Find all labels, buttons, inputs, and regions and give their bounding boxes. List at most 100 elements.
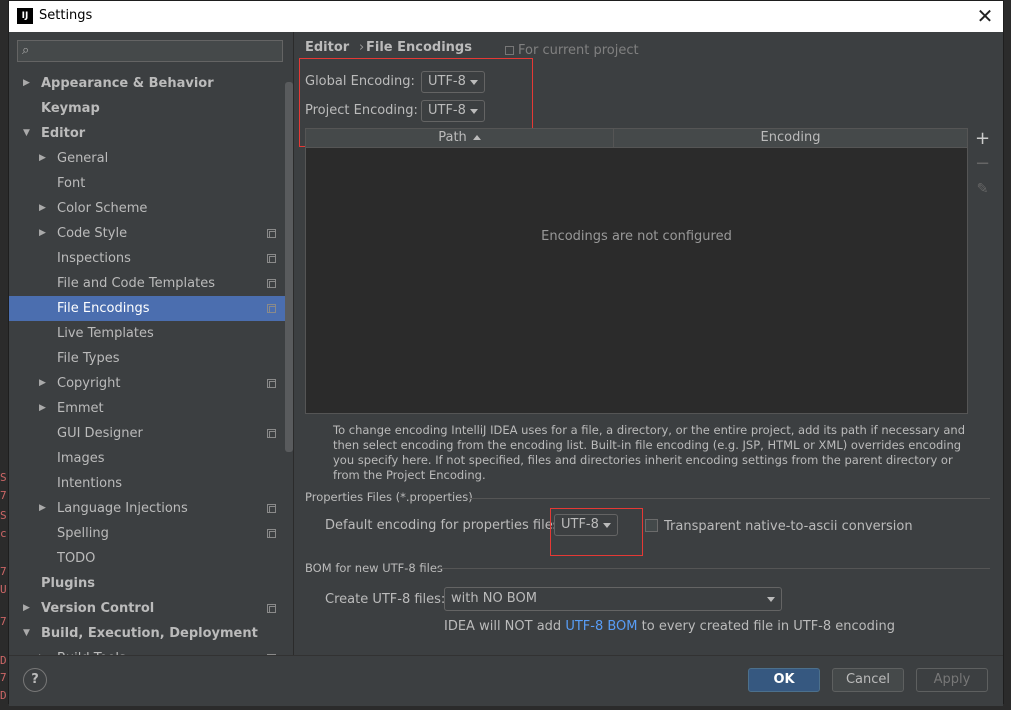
sidebar-item-file-encodings[interactable]: File Encodings [9, 296, 293, 321]
sidebar-item-label: File Types [57, 351, 120, 366]
sidebar-item-intentions[interactable]: Intentions [9, 471, 293, 496]
sidebar-item-label: Images [57, 451, 105, 466]
sidebar-item-label: Color Scheme [57, 201, 148, 216]
cancel-button[interactable]: Cancel [832, 668, 904, 692]
sidebar-item-code-style[interactable]: ▶ Code Style [9, 221, 293, 246]
dialog-footer: ? OK Cancel Apply [9, 655, 1003, 706]
project-scope-icon [267, 429, 276, 438]
bom-value: with NO BOM [451, 591, 537, 606]
sidebar-item-general[interactable]: ▶ General [9, 146, 293, 171]
sidebar-item-label: Intentions [57, 476, 123, 491]
bom-section-title: BOM for new UTF-8 files [305, 561, 443, 575]
settings-content: Editor › File Encodings For current proj… [294, 32, 1003, 655]
sidebar-item-language-injections[interactable]: ▶ Language Injections [9, 496, 293, 521]
sidebar-item-version-control[interactable]: ▶ Version Control [9, 596, 293, 621]
transparent-conversion-checkbox[interactable] [645, 519, 658, 532]
sidebar-item-spelling[interactable]: Spelling [9, 521, 293, 546]
remove-icon[interactable]: − [970, 153, 995, 175]
search-input[interactable]: ⌕ [17, 40, 283, 62]
edit-icon[interactable]: ✎ [970, 178, 995, 200]
ok-button[interactable]: OK [748, 668, 820, 692]
sidebar-item-label: Editor [41, 126, 86, 141]
sidebar-item-copyright[interactable]: ▶ Copyright [9, 371, 293, 396]
background-code-glyph: U [0, 584, 7, 596]
sidebar-item-file-and-code-templates[interactable]: File and Code Templates [9, 271, 293, 296]
sidebar-item-label: General [57, 151, 109, 166]
properties-section-title: Properties Files (*.properties) [305, 490, 473, 504]
breadcrumb-current: File Encodings [366, 40, 472, 55]
chevron-down-icon [767, 597, 775, 602]
window-title: Settings [39, 8, 93, 23]
project-scope-icon [267, 379, 276, 388]
sidebar-item-label: Build, Execution, Deployment [41, 626, 258, 641]
sidebar-item-emmet[interactable]: ▶ Emmet [9, 396, 293, 421]
title-bar: IJ Settings ✕ [9, 1, 1003, 33]
sidebar-item-gui-designer[interactable]: GUI Designer [9, 421, 293, 446]
bom-note: IDEA will NOT add UTF-8 BOM to every cre… [444, 619, 895, 634]
background-code-glyph: D [0, 655, 7, 667]
chevron-right-icon[interactable]: ▶ [39, 496, 46, 521]
project-scope-icon [267, 229, 276, 238]
settings-sidebar: ⌕ ▶ Appearance & Behavior Keymap ▼ Editor ▶ Ge… [9, 32, 293, 655]
sidebar-item-build-execution-deployment[interactable]: ▼ Build, Execution, Deployment [9, 621, 293, 646]
chevron-right-icon[interactable]: ▶ [39, 221, 46, 246]
chevron-right-icon[interactable]: ▶ [39, 646, 46, 655]
sidebar-item-keymap[interactable]: Keymap [9, 96, 293, 121]
sidebar-item-label: File and Code Templates [57, 276, 215, 291]
sidebar-item-label: Plugins [41, 576, 95, 591]
sidebar-item-label: Copyright [57, 376, 121, 391]
sidebar-item-label: Font [57, 176, 86, 191]
breadcrumb-parent: Editor [305, 40, 350, 55]
chevron-right-icon[interactable]: ▶ [39, 396, 46, 421]
sidebar-item-font[interactable]: Font [9, 171, 293, 196]
path-encoding-table[interactable]: Path Encoding Encodings are not configur… [305, 128, 968, 414]
sidebar-item-label: Version Control [41, 601, 155, 616]
sidebar-scrollbar[interactable] [285, 82, 293, 452]
sidebar-item-label: TODO [57, 551, 96, 566]
bom-select[interactable]: with NO BOM [444, 587, 782, 611]
sidebar-item-label: Inspections [57, 251, 131, 266]
sidebar-item-inspections[interactable]: Inspections [9, 246, 293, 271]
sidebar-item-color-scheme[interactable]: ▶ Color Scheme [9, 196, 293, 221]
sidebar-item-label: Appearance & Behavior [41, 76, 214, 91]
sidebar-item-build-tools[interactable]: ▶ Build Tools [9, 646, 293, 655]
column-header-path[interactable]: Path [306, 129, 614, 147]
divider [469, 498, 990, 499]
chevron-down-icon[interactable]: ▼ [23, 621, 30, 646]
sort-ascending-icon [472, 135, 481, 140]
project-scope-icon [267, 304, 276, 313]
background-code-glyph: 7 [0, 672, 7, 684]
chevron-right-icon[interactable]: ▶ [39, 196, 46, 221]
close-icon[interactable]: ✕ [967, 1, 1003, 32]
apply-button[interactable]: Apply [916, 668, 988, 692]
default-properties-encoding-label: Default encoding for properties files: [325, 518, 564, 533]
background-code-glyph: 7 [0, 566, 7, 578]
transparent-conversion-label[interactable]: Transparent native-to-ascii conversion [664, 519, 913, 534]
chevron-right-icon[interactable]: ▶ [23, 596, 30, 621]
help-button[interactable]: ? [23, 668, 47, 692]
divider [438, 568, 990, 569]
sidebar-item-images[interactable]: Images [9, 446, 293, 471]
chevron-right-icon[interactable]: ▶ [39, 146, 46, 171]
utf8-bom-link[interactable]: UTF-8 BOM [565, 619, 637, 634]
table-header: Path Encoding [306, 129, 967, 148]
background-code-glyph: 7 [0, 490, 7, 502]
sidebar-item-live-templates[interactable]: Live Templates [9, 321, 293, 346]
chevron-down-icon[interactable]: ▼ [23, 121, 30, 146]
sidebar-item-file-types[interactable]: File Types [9, 346, 293, 371]
background-ide-strip [0, 0, 8, 710]
background-code-glyph: S [0, 472, 7, 484]
chevron-right-icon[interactable]: ▶ [23, 71, 30, 96]
sidebar-item-label: Emmet [57, 401, 104, 416]
sidebar-item-editor[interactable]: ▼ Editor [9, 121, 293, 146]
chevron-right-icon[interactable]: ▶ [39, 371, 46, 396]
sidebar-item-label: Code Style [57, 226, 128, 241]
sidebar-item-appearance-behavior[interactable]: ▶ Appearance & Behavior [9, 71, 293, 96]
sidebar-item-todo[interactable]: TODO [9, 546, 293, 571]
intellij-app-icon: IJ [17, 8, 33, 24]
sidebar-item-plugins[interactable]: Plugins [9, 571, 293, 596]
project-scope-icon [267, 529, 276, 538]
add-icon[interactable]: + [970, 128, 995, 150]
table-toolbar: + − ✎ [970, 128, 995, 414]
column-header-encoding[interactable]: Encoding [614, 129, 967, 147]
